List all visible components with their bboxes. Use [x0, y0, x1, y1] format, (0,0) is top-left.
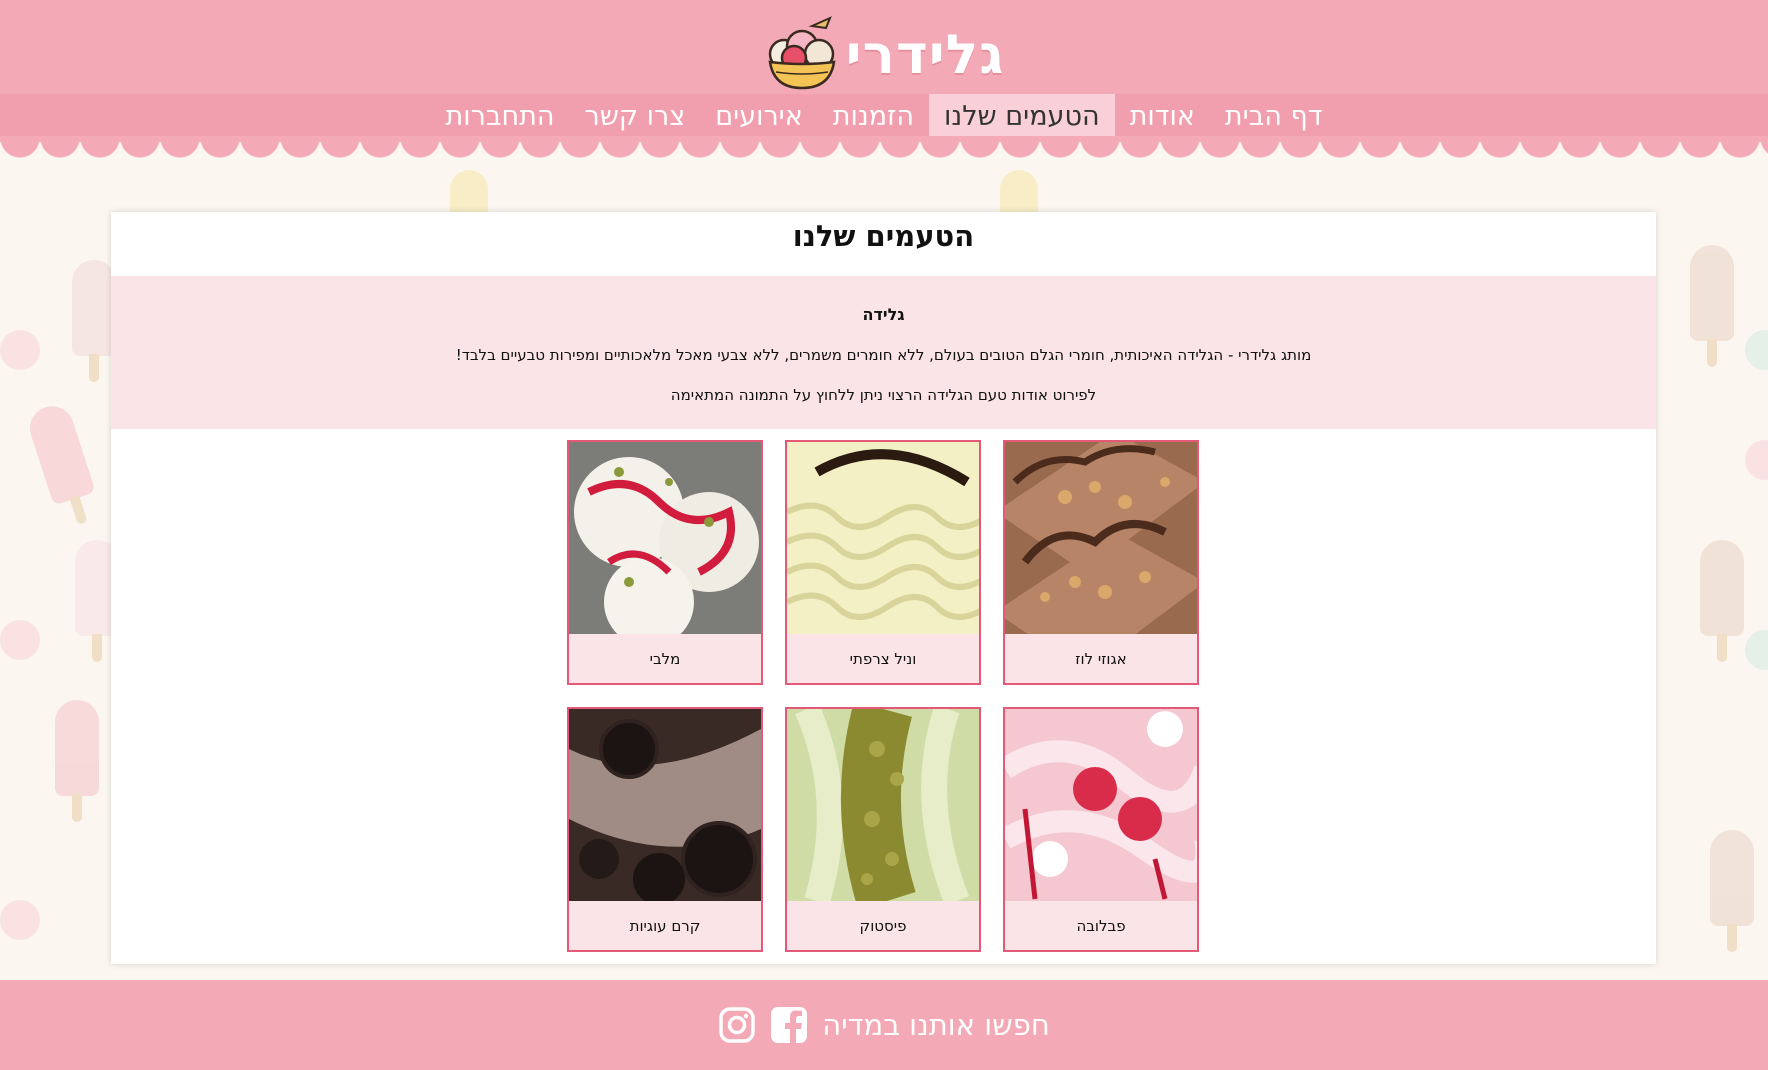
flavor-label: קרם עוגיות	[629, 916, 701, 935]
intro-hint: לפירוט אודות טעם הגלידה הרצוי ניתן ללחוץ…	[670, 386, 1097, 404]
flavor-card-cookies-cream[interactable]: קרם עוגיות	[567, 707, 763, 952]
intro-section: גלידה מותג גלידרי - הגלידה האיכותית, חומ…	[111, 276, 1656, 429]
flavor-label: אגוזי לוז	[1075, 649, 1127, 668]
nav-item-about[interactable]: אודות	[1115, 94, 1210, 138]
pavlova-image	[1005, 709, 1197, 901]
brand-name: גלידרי	[845, 22, 1005, 86]
flavors-panel: הטעמים שלנו גלידה מותג גלידרי - הגלידה ה…	[111, 212, 1656, 964]
nav-item-contact[interactable]: צרו קשר	[570, 94, 701, 138]
scallop-border	[0, 138, 1768, 176]
intro-heading: גלידה	[862, 305, 905, 324]
intro-text: מותג גלידרי - הגלידה האיכותית, חומרי הגל…	[455, 346, 1312, 364]
main-nav: דף הבית אודות הטעמים שלנו הזמנות אירועים…	[0, 94, 1768, 138]
malabi-image	[569, 442, 761, 634]
ice-cream-bowl-icon	[768, 16, 836, 90]
flavor-card-malabi[interactable]: מלבי	[567, 440, 763, 685]
nav-item-flavors[interactable]: הטעמים שלנו	[929, 94, 1115, 138]
pistachio-image	[787, 709, 979, 901]
flavor-card-pistachio[interactable]: פיסטוק	[785, 707, 981, 952]
flavor-card-pavlova[interactable]: פבלובה	[1003, 707, 1199, 952]
flavor-label: פיסטוק	[859, 916, 907, 935]
nav-item-home[interactable]: דף הבית	[1210, 94, 1338, 138]
cookies-cream-image	[569, 709, 761, 901]
flavor-label: וניל צרפתי	[849, 649, 917, 668]
flavor-card-hazelnut[interactable]: אגוזי לוז	[1003, 440, 1199, 685]
hazelnut-image	[1005, 442, 1197, 634]
nav-item-orders[interactable]: הזמנות	[818, 94, 929, 138]
footer-text: חפשו אותנו במדיה	[822, 1008, 1050, 1042]
site-logo[interactable]: גלידרי	[0, 14, 1768, 94]
site-footer: חפשו אותנו במדיה	[0, 980, 1768, 1070]
flavor-card-french-vanilla[interactable]: וניל צרפתי	[785, 440, 981, 685]
nav-item-events[interactable]: אירועים	[700, 94, 818, 138]
nav-item-login[interactable]: התחברות	[431, 94, 570, 138]
instagram-icon[interactable]	[718, 1006, 756, 1044]
site-header: גלידרי	[0, 0, 1768, 94]
vanilla-image	[787, 442, 979, 634]
facebook-icon[interactable]	[770, 1006, 808, 1044]
flavor-label: פבלובה	[1076, 916, 1126, 935]
flavor-label: מלבי	[649, 649, 681, 668]
page-title: הטעמים שלנו	[792, 219, 975, 253]
